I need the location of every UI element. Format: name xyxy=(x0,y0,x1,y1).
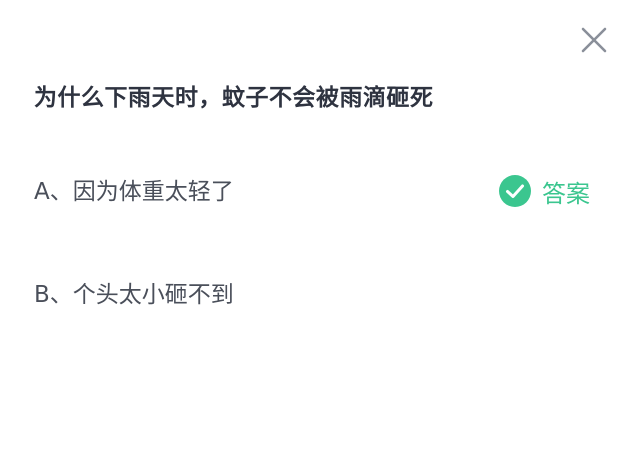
option-b[interactable]: B、个头太小砸不到 xyxy=(34,275,234,309)
answer-label: 答案 xyxy=(542,179,590,208)
close-icon xyxy=(581,27,607,53)
check-circle-icon xyxy=(499,175,531,207)
question-title: 为什么下雨天时，蚊子不会被雨滴砸死 xyxy=(34,85,434,111)
answer-badge: 答案 xyxy=(498,173,590,209)
quiz-dialog: 为什么下雨天时，蚊子不会被雨滴砸死 A、因为体重太轻了 答案 B、个头太小砸不到 xyxy=(0,0,640,449)
option-a[interactable]: A、因为体重太轻了 xyxy=(34,172,234,206)
close-button[interactable] xyxy=(576,22,612,58)
